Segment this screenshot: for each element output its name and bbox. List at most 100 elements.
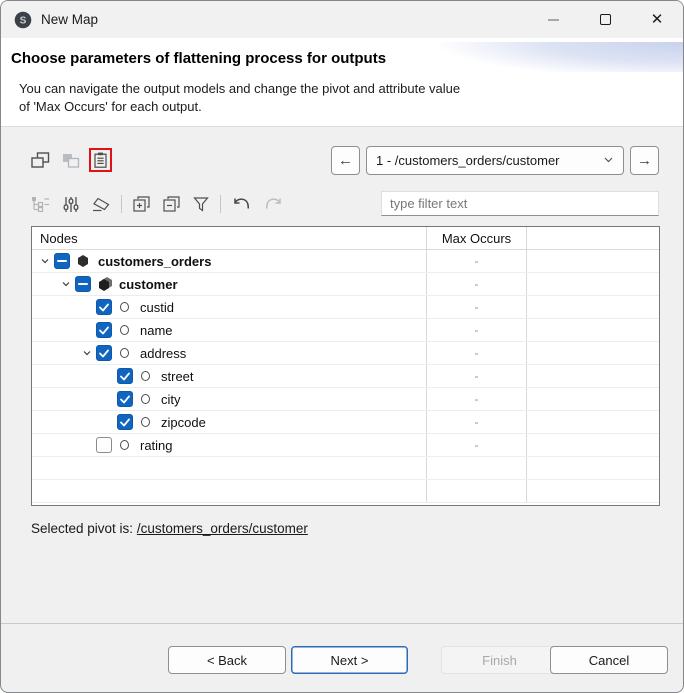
- empty-cell: [527, 319, 659, 341]
- table-header: Nodes Max Occurs: [32, 227, 659, 250]
- node-label: zipcode: [161, 415, 206, 430]
- empty-cell: [527, 296, 659, 318]
- titlebar: S New Map ✕: [1, 1, 683, 38]
- redo-icon: [262, 195, 285, 214]
- node-checkbox[interactable]: [96, 299, 112, 315]
- empty-cell: [527, 342, 659, 364]
- max-occurs-cell[interactable]: -: [427, 388, 527, 410]
- node-checkbox[interactable]: [117, 391, 133, 407]
- finish-button: Finish: [441, 646, 558, 674]
- filter-input[interactable]: [381, 191, 659, 216]
- new-map-dialog: S New Map ✕ Choose parameters of flatten…: [0, 0, 684, 693]
- pivot-link[interactable]: /customers_orders/customer: [137, 521, 308, 536]
- sliders-icon[interactable]: [61, 194, 81, 215]
- node-checkbox[interactable]: [117, 414, 133, 430]
- next-button[interactable]: Next >: [291, 646, 408, 674]
- tree-rows: customers_orders-customer-custid-name-ad…: [32, 250, 659, 503]
- max-occurs-cell[interactable]: -: [427, 411, 527, 433]
- next-output-button[interactable]: →: [630, 146, 659, 175]
- report-view-highlight[interactable]: [89, 148, 112, 172]
- empty-cell: [527, 365, 659, 387]
- table-row[interactable]: address -: [32, 342, 659, 365]
- view-toolbar: [29, 145, 112, 175]
- node-checkbox[interactable]: [96, 437, 112, 453]
- max-occurs-value: -: [475, 392, 479, 406]
- max-occurs-cell[interactable]: -: [427, 250, 527, 272]
- node-checkbox[interactable]: [96, 322, 112, 338]
- empty-cell: [527, 434, 659, 456]
- description-line1: You can navigate the output models and c…: [19, 80, 460, 98]
- table-row[interactable]: street -: [32, 365, 659, 388]
- max-occurs-value: -: [475, 438, 479, 452]
- table-row[interactable]: city -: [32, 388, 659, 411]
- node-label: street: [161, 369, 194, 384]
- undo-icon[interactable]: [230, 195, 253, 214]
- column-header-max-occurs[interactable]: Max Occurs: [427, 227, 527, 249]
- output-selector: ← 1 - /customers_orders/customer →: [331, 146, 659, 175]
- expand-all-icon[interactable]: [131, 194, 152, 214]
- attribute-icon: [140, 415, 155, 429]
- left-arrow-icon: ←: [338, 152, 353, 169]
- table-row[interactable]: rating -: [32, 434, 659, 457]
- pivot-label: Selected pivot is:: [31, 521, 133, 536]
- max-occurs-cell[interactable]: -: [427, 342, 527, 364]
- max-occurs-value: -: [475, 346, 479, 360]
- node-checkbox[interactable]: [96, 345, 112, 361]
- filter-funnel-icon[interactable]: [191, 195, 211, 214]
- max-occurs-value: -: [475, 300, 479, 314]
- footer-divider: [1, 623, 683, 624]
- table-row[interactable]: customers_orders -: [32, 250, 659, 273]
- max-occurs-cell[interactable]: -: [427, 365, 527, 387]
- chevron-down-icon: [603, 152, 614, 170]
- toolbar-separator: [121, 195, 122, 213]
- node-label: city: [161, 392, 181, 407]
- minimize-button[interactable]: [527, 1, 579, 38]
- cascade-windows-icon[interactable]: [29, 150, 52, 171]
- node-label: rating: [140, 438, 173, 453]
- table-row[interactable]: zipcode -: [32, 411, 659, 434]
- close-icon: ✕: [651, 12, 664, 27]
- node-label: customers_orders: [98, 254, 211, 269]
- chevron-down-icon[interactable]: [78, 348, 96, 358]
- node-label: address: [140, 346, 186, 361]
- duplicate-documents-icon: [59, 150, 82, 171]
- collapse-tree-icon: [29, 194, 52, 214]
- empty-cell: [527, 411, 659, 433]
- table-row[interactable]: customer-: [32, 273, 659, 296]
- app-icon: S: [14, 11, 32, 29]
- eraser-icon[interactable]: [90, 195, 112, 214]
- column-header-empty[interactable]: [527, 227, 659, 249]
- chevron-down-icon[interactable]: [57, 279, 75, 289]
- table-row[interactable]: name -: [32, 319, 659, 342]
- empty-cell: [527, 388, 659, 410]
- attribute-icon: [119, 323, 134, 337]
- max-occurs-cell[interactable]: -: [427, 319, 527, 341]
- max-occurs-cell[interactable]: -: [427, 273, 527, 295]
- max-occurs-cell[interactable]: -: [427, 434, 527, 456]
- empty-cell: [527, 250, 659, 272]
- max-occurs-value: -: [475, 323, 479, 337]
- edit-toolbar: [29, 191, 285, 217]
- page-description: You can navigate the output models and c…: [19, 80, 460, 116]
- chevron-down-icon[interactable]: [36, 256, 54, 266]
- node-checkbox[interactable]: [75, 276, 91, 292]
- minimize-icon: [548, 19, 559, 21]
- collapse-all-icon[interactable]: [161, 194, 182, 214]
- output-dropdown[interactable]: 1 - /customers_orders/customer: [366, 146, 624, 175]
- maximize-button[interactable]: [579, 1, 631, 38]
- close-button[interactable]: ✕: [631, 1, 683, 38]
- node-label: name: [140, 323, 173, 338]
- node-checkbox[interactable]: [54, 253, 70, 269]
- column-header-nodes[interactable]: Nodes: [32, 227, 427, 249]
- max-occurs-value: -: [475, 277, 479, 291]
- cancel-button[interactable]: Cancel: [550, 646, 668, 674]
- attribute-icon: [119, 300, 134, 314]
- element-multi-icon: [98, 277, 113, 291]
- previous-output-button[interactable]: ←: [331, 146, 360, 175]
- nodes-table: Nodes Max Occurs customers_orders-custom…: [31, 226, 660, 506]
- node-checkbox[interactable]: [117, 368, 133, 384]
- max-occurs-cell[interactable]: -: [427, 296, 527, 318]
- toolbar-separator: [220, 195, 221, 213]
- table-row[interactable]: custid-: [32, 296, 659, 319]
- back-button[interactable]: < Back: [168, 646, 286, 674]
